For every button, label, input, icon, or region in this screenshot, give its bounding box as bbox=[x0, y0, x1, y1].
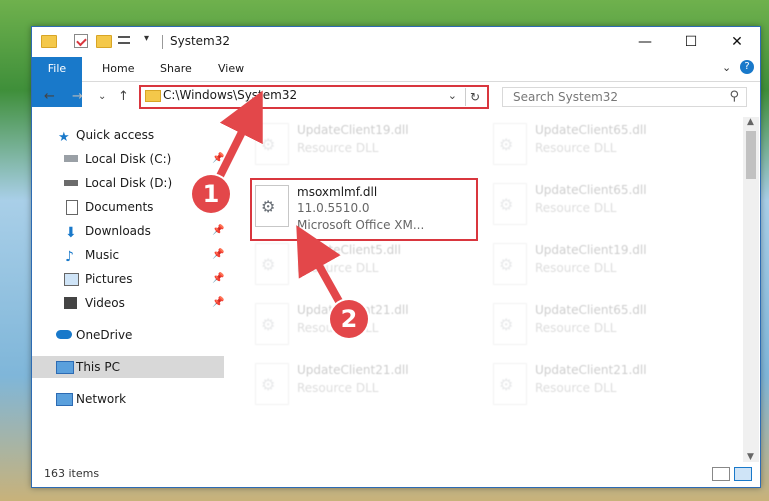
annotation-arrows bbox=[210, 90, 349, 314]
step-badge-1: 1 bbox=[192, 175, 230, 213]
step-badge-2: 2 bbox=[330, 300, 368, 338]
